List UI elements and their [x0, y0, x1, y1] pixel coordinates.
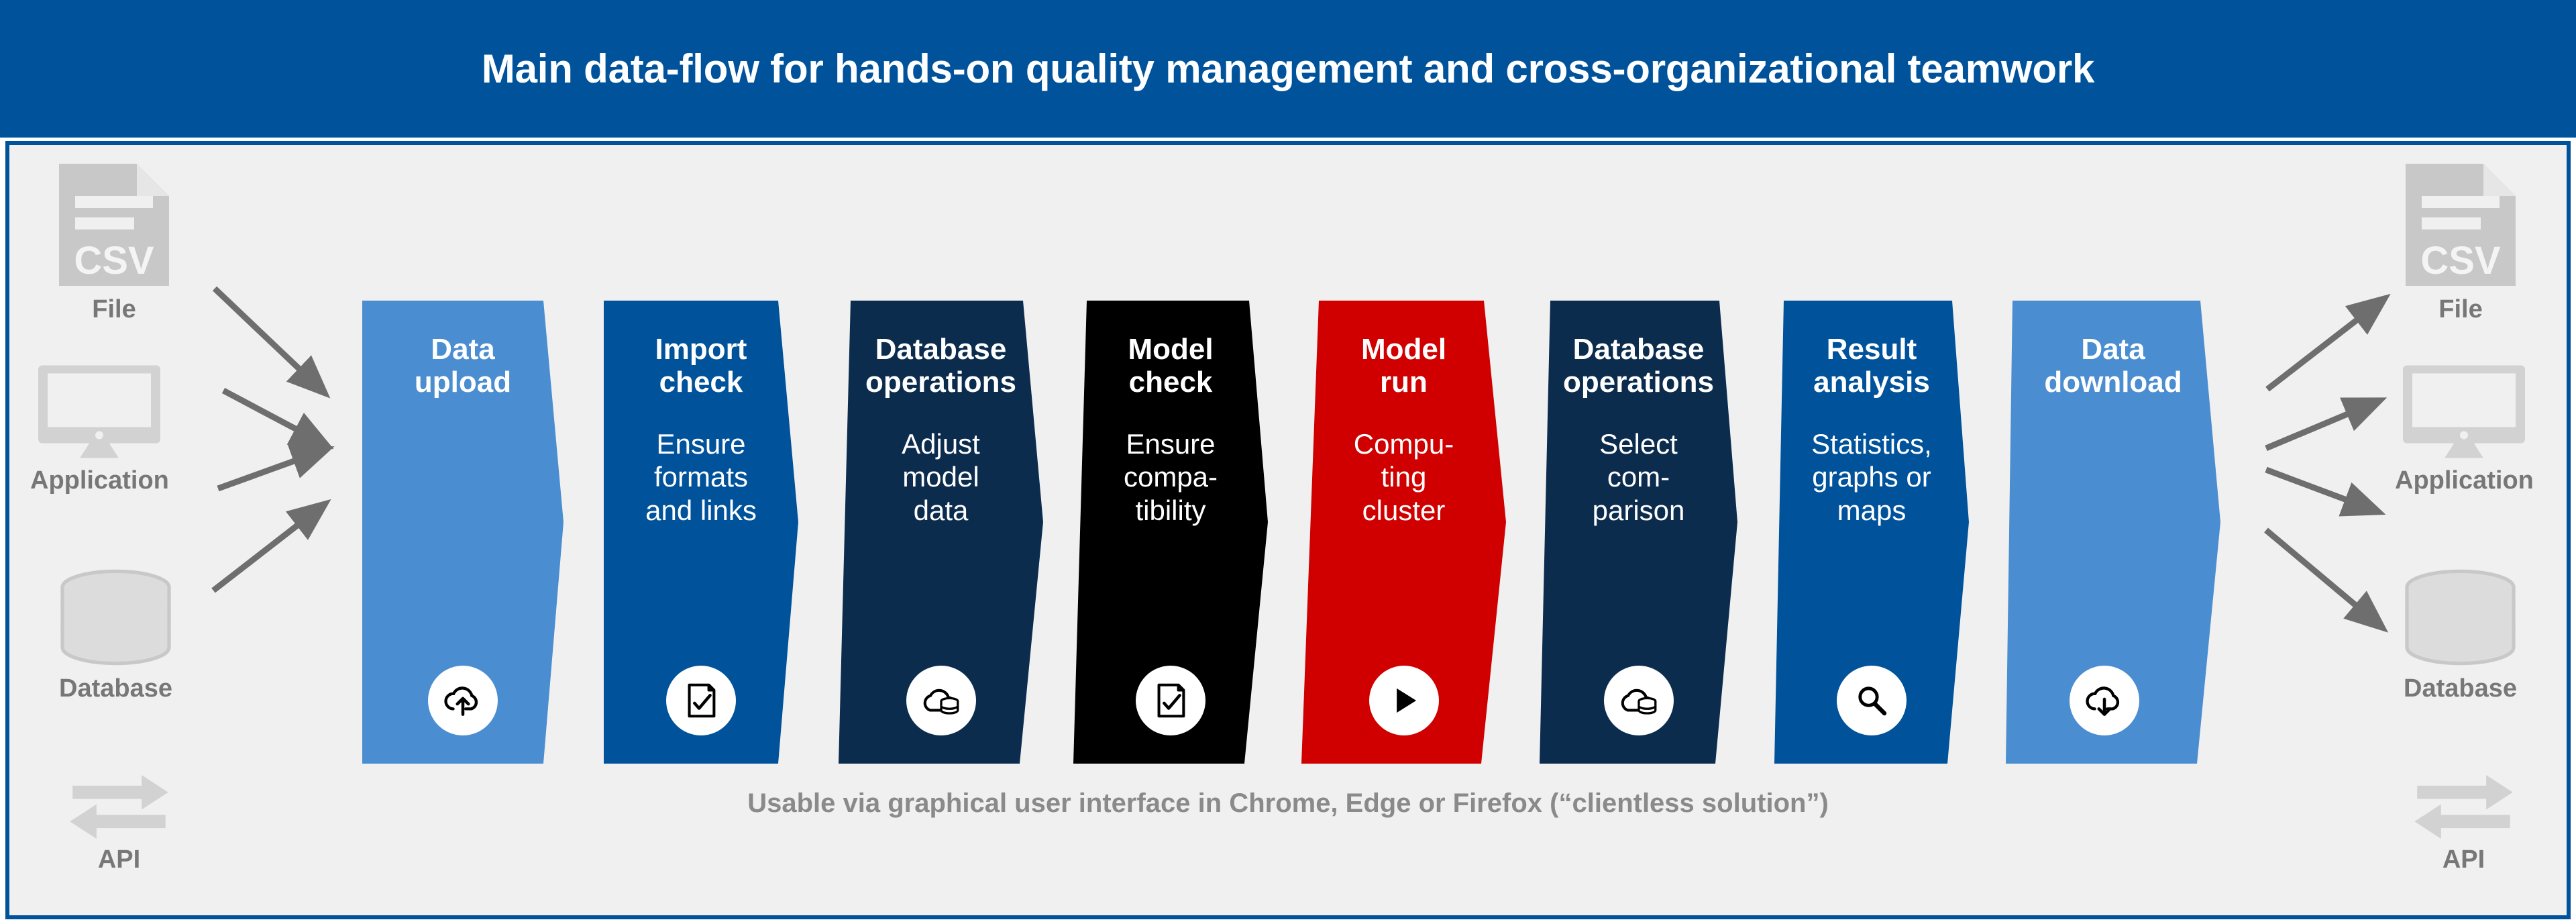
input-endpoint-database-label: Database: [59, 674, 172, 703]
svg-text:CSV: CSV: [74, 239, 154, 283]
output-endpoint-file-label: File: [2438, 295, 2483, 323]
input-endpoint-file-label: File: [92, 295, 136, 323]
input-endpoint-application[interactable]: Application: [30, 362, 169, 495]
play-badge[interactable]: [1368, 666, 1439, 735]
input-endpoint-database[interactable]: Database: [57, 567, 174, 703]
cloud-database-badge[interactable]: [1603, 666, 1674, 735]
output-endpoint-database-label: Database: [2404, 674, 2517, 703]
input-endpoint-api-label: API: [97, 845, 141, 874]
process-block-subtitle: Compu- ting cluster: [1353, 427, 1454, 526]
process-block-title: Model check: [1128, 333, 1214, 399]
document-check-icon: [1157, 683, 1185, 718]
output-endpoint-application[interactable]: Application: [2395, 362, 2534, 495]
output-endpoint-api-label: API: [2442, 845, 2485, 874]
process-block-model-check[interactable]: Model check Ensure compa- tibility: [1073, 301, 1268, 764]
cloud-download-icon: [2086, 686, 2120, 716]
process-block-title: Result analysis: [1813, 333, 1930, 399]
cloud-upload-badge[interactable]: [428, 666, 498, 735]
process-block-import-check[interactable]: Import check Ensure formats and links: [604, 301, 798, 764]
process-block-subtitle: Select com- parison: [1592, 427, 1685, 526]
process-block-data-download[interactable]: Data download: [2006, 301, 2220, 764]
magnifier-badge[interactable]: [1837, 666, 1907, 735]
document-check-icon: [688, 683, 716, 718]
process-block-title: Data upload: [414, 333, 512, 399]
output-endpoint-file[interactable]: CSV File: [2400, 161, 2521, 324]
page-title: Main data-flow for hands-on quality mana…: [481, 46, 2095, 91]
output-endpoint-database[interactable]: Database: [2402, 567, 2519, 703]
cloud-database-icon: [923, 688, 959, 715]
process-block-database-operations-2[interactable]: Database operations Select com- parison: [1540, 301, 1737, 764]
process-block-result-analysis[interactable]: Result analysis Statistics, graphs or ma…: [1774, 301, 1969, 764]
process-block-model-run[interactable]: Model run Compu- ting cluster: [1301, 301, 1506, 764]
footer-caption: Usable via graphical user interface in C…: [747, 788, 1829, 818]
cloud-upload-icon: [444, 686, 478, 716]
csv-file-icon: CSV: [59, 164, 169, 286]
database-cylinder-icon: [2405, 569, 2516, 666]
csv-file-icon: CSV: [2406, 164, 2516, 286]
database-cylinder-icon: [60, 569, 171, 666]
document-check-badge[interactable]: [666, 666, 736, 735]
process-block-title: Import check: [655, 333, 747, 399]
output-endpoint-application-label: Application: [2395, 466, 2534, 495]
process-block-title: Data download: [2044, 333, 2182, 399]
magnifier-icon: [1858, 686, 1887, 716]
process-block-title: Database operations: [1563, 333, 1714, 399]
process-block-title: Model run: [1360, 333, 1447, 399]
process-block-database-operations-1[interactable]: Database operations Adjust model data: [839, 301, 1043, 764]
cloud-database-icon: [1621, 688, 1656, 715]
monitor-icon: [2403, 365, 2526, 458]
title-bar: Main data-flow for hands-on quality mana…: [0, 0, 2576, 138]
process-block-subtitle: Ensure formats and links: [645, 427, 757, 526]
input-endpoint-application-label: Application: [30, 466, 169, 495]
input-endpoint-file[interactable]: CSV File: [54, 161, 174, 324]
cloud-download-badge[interactable]: [2070, 666, 2140, 735]
cloud-database-badge[interactable]: [906, 666, 976, 735]
diagram-root: Main data-flow for hands-on quality mana…: [0, 0, 2576, 924]
document-check-badge[interactable]: [1136, 666, 1205, 735]
monitor-icon: [38, 365, 161, 458]
process-block-subtitle: Adjust model data: [902, 427, 980, 526]
svg-text:CSV: CSV: [2420, 239, 2501, 283]
play-icon: [1396, 688, 1416, 713]
process-block-data-upload[interactable]: Data upload: [362, 301, 564, 764]
process-block-subtitle: Ensure compa- tibility: [1123, 427, 1218, 526]
process-block-title: Database operations: [865, 333, 1016, 399]
process-block-subtitle: Statistics, graphs or maps: [1811, 427, 1932, 526]
